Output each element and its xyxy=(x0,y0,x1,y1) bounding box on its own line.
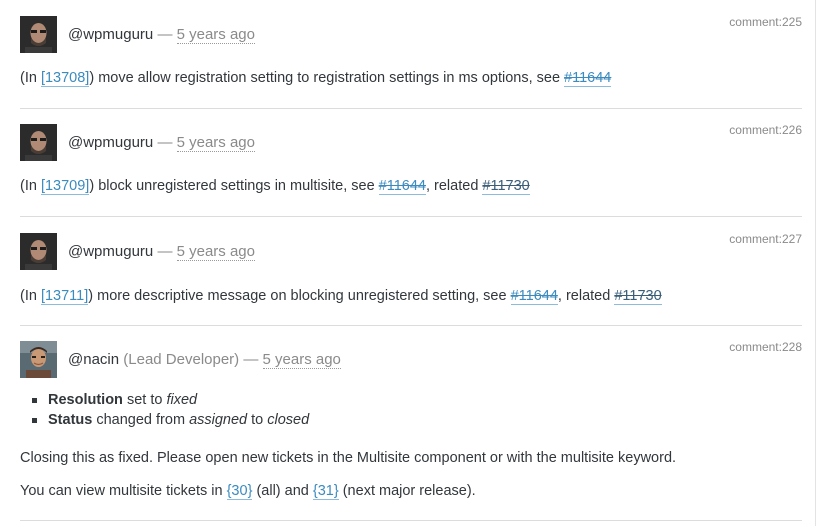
related-ticket-link[interactable]: #11730 xyxy=(482,178,530,195)
author-name[interactable]: @wpmuguru xyxy=(68,134,153,151)
comment-paragraph: Closing this as fixed. Please open new t… xyxy=(20,450,677,466)
comment-paragraph: You can view multisite tickets in {30} (… xyxy=(20,483,476,500)
body-text-segment: (In xyxy=(20,178,41,194)
separator-dash: — xyxy=(157,243,173,260)
body-text-segment: ) block unregistered settings in multisi… xyxy=(89,178,379,194)
change-old-value: assigned xyxy=(189,412,248,428)
change-field: Resolution xyxy=(48,392,123,408)
timestamp-link[interactable]: 5 years ago xyxy=(176,134,255,152)
separator-dash: — xyxy=(157,134,173,151)
changeset-link[interactable]: [13711] xyxy=(40,288,89,305)
separator-dash: — xyxy=(157,26,173,43)
author-line: @wpmuguru — 5 years ago xyxy=(68,243,255,261)
changeset-link[interactable]: [13709] xyxy=(40,178,90,195)
ticket-link[interactable]: #11644 xyxy=(564,70,612,87)
report-link-next-release[interactable]: {31} xyxy=(312,483,339,500)
change-new-value: fixed xyxy=(166,392,198,408)
author-role: (Lead Developer) xyxy=(123,351,240,368)
avatar[interactable] xyxy=(20,124,57,161)
report-link-all[interactable]: {30} xyxy=(226,483,253,500)
comment-body: (In [13709]) block unregistered settings… xyxy=(20,178,530,195)
separator-dash: — xyxy=(243,351,259,368)
comment-divider xyxy=(20,108,802,109)
ticket-link[interactable]: #11644 xyxy=(378,178,426,195)
change-verb: set to xyxy=(122,392,167,408)
change-item-resolution: Resolution set to fixed xyxy=(20,390,309,410)
comment-body: (In [13708]) move allow registration set… xyxy=(20,70,612,87)
avatar[interactable] xyxy=(20,233,57,270)
body-text-segment: , related xyxy=(425,178,483,194)
comment-id-link[interactable]: comment:228 xyxy=(729,340,802,354)
author-line: @wpmuguru — 5 years ago xyxy=(68,134,255,152)
timestamp-link[interactable]: 5 years ago xyxy=(176,243,255,261)
author-line: @wpmuguru — 5 years ago xyxy=(68,26,255,44)
body-text-segment: (In xyxy=(20,70,41,86)
comment-id-link[interactable]: comment:226 xyxy=(729,123,802,137)
comment-id-link[interactable]: comment:227 xyxy=(729,232,802,246)
comment-divider xyxy=(20,325,802,326)
change-verb: to xyxy=(247,412,268,428)
changeset-link[interactable]: [13708] xyxy=(40,70,90,87)
comment-id-link[interactable]: comment:225 xyxy=(729,15,802,29)
body-text-segment: You can view multisite tickets in xyxy=(20,483,227,499)
body-text-segment: (all) and xyxy=(252,483,313,499)
ticket-link[interactable]: #11644 xyxy=(510,288,558,305)
author-name[interactable]: @wpmuguru xyxy=(68,26,153,43)
change-field: Status xyxy=(48,412,93,428)
timestamp-link[interactable]: 5 years ago xyxy=(262,351,341,369)
author-name[interactable]: @nacin xyxy=(68,351,119,368)
ticket-changes-list: Resolution set to fixed Status changed f… xyxy=(20,390,309,430)
avatar[interactable] xyxy=(20,341,57,378)
avatar[interactable] xyxy=(20,16,57,53)
timestamp-link[interactable]: 5 years ago xyxy=(176,26,255,44)
change-item-status: Status changed from assigned to closed xyxy=(20,410,309,430)
page-right-border xyxy=(815,0,816,526)
comment-body: (In [13711]) more descriptive message on… xyxy=(20,288,662,305)
body-text-segment: ) more descriptive message on blocking u… xyxy=(88,288,511,304)
change-new-value: closed xyxy=(267,412,310,428)
related-ticket-link[interactable]: #11730 xyxy=(614,288,662,305)
body-text-segment: (In xyxy=(20,288,41,304)
body-text-segment: , related xyxy=(557,288,615,304)
body-text-segment: ) move allow registration setting to reg… xyxy=(89,70,565,86)
comment-divider xyxy=(20,216,802,217)
author-name[interactable]: @wpmuguru xyxy=(68,243,153,260)
author-line: @nacin (Lead Developer) — 5 years ago xyxy=(68,351,341,369)
change-verb: changed from xyxy=(92,412,190,428)
body-text-segment: (next major release). xyxy=(338,483,476,499)
comment-divider xyxy=(20,520,802,521)
